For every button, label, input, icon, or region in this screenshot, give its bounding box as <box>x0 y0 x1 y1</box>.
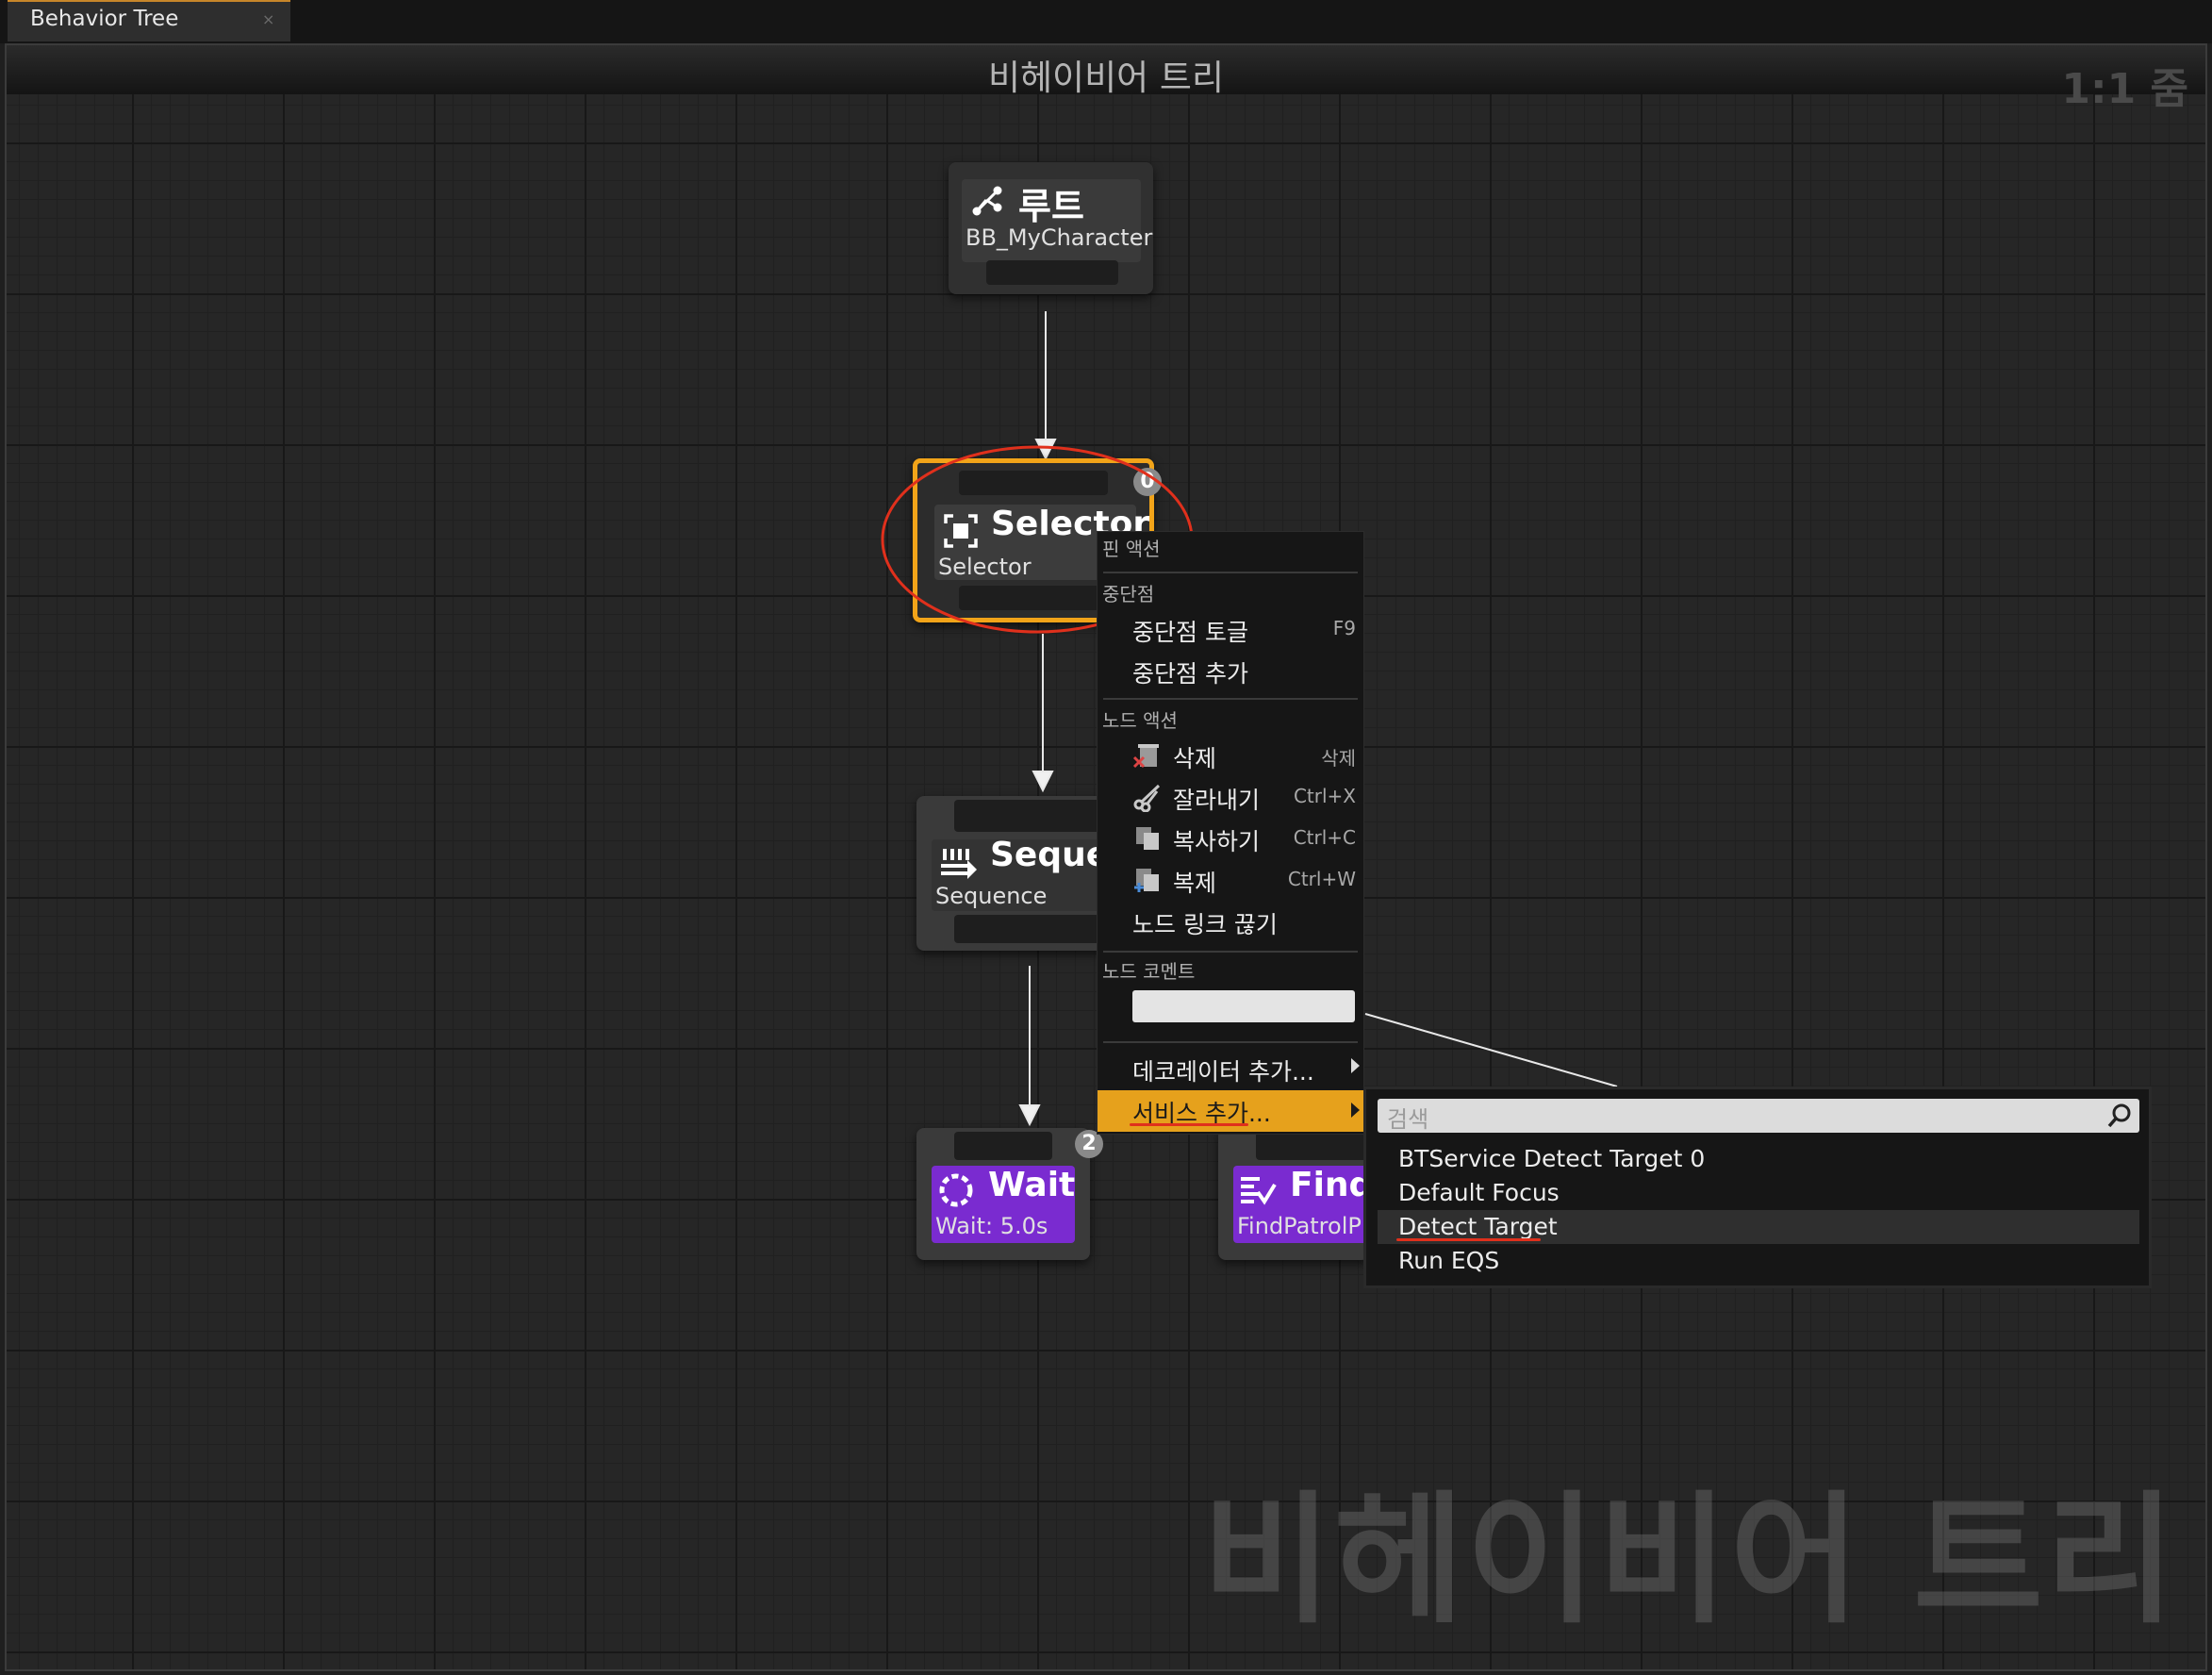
menu-item-copy[interactable]: 복사하기 Ctrl+C <box>1098 819 1363 856</box>
node-comment-input[interactable] <box>1132 990 1355 1022</box>
menu-separator <box>1103 572 1358 573</box>
menu-item-break-links[interactable]: 노드 링크 끊기 <box>1098 902 1363 939</box>
scissors-icon <box>1133 784 1161 812</box>
delete-icon <box>1132 744 1159 769</box>
zoom-label: 1:1 줌 <box>2061 65 2188 113</box>
tab-behavior-tree[interactable]: Behavior Tree × <box>8 0 290 41</box>
submenu-arrow-icon <box>1351 1058 1360 1073</box>
service-item[interactable]: Run EQS <box>1378 1244 2139 1278</box>
menu-item-label: 중단점 토글 <box>1132 619 1248 646</box>
graph-titlebar: 비헤이비어 트리 1:1 줌 <box>7 45 2205 113</box>
root-node-title: 루트 <box>1018 186 1084 227</box>
menu-separator <box>1103 1041 1358 1043</box>
find-node-subtitle: FindPatrolP <box>1237 1213 1362 1239</box>
sequence-icon <box>941 849 977 879</box>
context-menu: 핀 액션 중단점 중단점 토글 F9 중단점 추가 노드 액션 삭제 삭제 잘라… <box>1097 531 1364 1135</box>
menu-item-label: 복사하기 <box>1173 828 1261 855</box>
search-placeholder: 검색 <box>1387 1106 1429 1133</box>
menu-item-label: 데코레이터 추가... <box>1132 1058 1314 1086</box>
annotation-underline-detect-target <box>1396 1238 1541 1241</box>
selector-icon <box>944 514 978 548</box>
wait-node[interactable]: Wait Wait: 5.0s <box>916 1128 1090 1260</box>
service-item-label: Default Focus <box>1398 1179 1560 1206</box>
menu-item-label: 삭제 <box>1173 745 1217 772</box>
search-icon <box>2107 1103 2131 1128</box>
wait-node-subtitle: Wait: 5.0s <box>935 1213 1048 1239</box>
tab-close-icon[interactable]: × <box>262 10 274 28</box>
wait-input-pin[interactable] <box>954 1132 1052 1160</box>
find-node-title: Find <box>1290 1166 1374 1204</box>
find-task-icon <box>1241 1177 1277 1205</box>
menu-separator <box>1103 698 1358 700</box>
menu-item-label: 중단점 추가 <box>1132 660 1248 688</box>
sequence-node[interactable]: Sequer Sequence <box>916 796 1126 951</box>
menu-separator <box>1103 951 1358 953</box>
sequence-node-subtitle: Sequence <box>935 883 1048 909</box>
service-item[interactable]: Default Focus <box>1378 1176 2139 1210</box>
menu-item-shortcut: Ctrl+X <box>1293 785 1356 807</box>
find-node[interactable]: Find FindPatrolP <box>1218 1128 1373 1260</box>
menu-item-add-decorator[interactable]: 데코레이터 추가... <box>1098 1049 1363 1086</box>
service-item-label: Detect Target <box>1398 1213 1558 1240</box>
selector-output-pin[interactable] <box>959 586 1108 610</box>
node-comment-section-header: 노드 코멘트 <box>1102 960 1196 983</box>
root-node-subtitle: BB_MyCharacter <box>966 224 1153 251</box>
selector-input-pin[interactable] <box>959 471 1108 495</box>
menu-item-shortcut: 삭제 <box>1321 747 1356 770</box>
menu-item-shortcut: F9 <box>1332 617 1356 639</box>
menu-item-toggle-breakpoint[interactable]: 중단점 토글 F9 <box>1098 609 1363 647</box>
wait-node-title: Wait <box>988 1166 1076 1204</box>
graph-title: 비헤이비어 트리 <box>987 58 1225 98</box>
menu-item-shortcut: Ctrl+C <box>1293 826 1356 849</box>
sequence-output-pin[interactable] <box>954 915 1105 943</box>
tab-label: Behavior Tree <box>30 7 179 31</box>
copy-icon <box>1136 827 1159 850</box>
service-item[interactable]: BTService Detect Target 0 <box>1378 1142 2139 1176</box>
service-submenu: 검색 BTService Detect Target 0 Default Foc… <box>1363 1086 2152 1288</box>
menu-item-duplicate[interactable]: 복제 Ctrl+W <box>1098 860 1363 898</box>
breakpoint-section-header: 중단점 <box>1102 583 1155 605</box>
service-search-input[interactable]: 검색 <box>1378 1099 2139 1133</box>
service-item-label: BTService Detect Target 0 <box>1398 1145 1706 1172</box>
submenu-arrow-icon <box>1351 1103 1360 1118</box>
annotation-underline-add-service <box>1130 1123 1248 1126</box>
node-actions-section-header: 노드 액션 <box>1102 709 1178 732</box>
menu-item-label: 노드 링크 끊기 <box>1132 911 1278 938</box>
graph-watermark: 비헤이비어 트리 <box>1201 1479 2177 1643</box>
menu-item-label: 잘라내기 <box>1173 787 1261 814</box>
menu-item-cut[interactable]: 잘라내기 Ctrl+X <box>1098 777 1363 815</box>
menu-item-add-breakpoint[interactable]: 중단점 추가 <box>1098 651 1363 688</box>
selector-node-subtitle: Selector <box>938 554 1032 580</box>
root-node[interactable]: 루트 BB_MyCharacter <box>949 162 1153 294</box>
tab-bar: Behavior Tree × <box>0 0 2212 43</box>
find-input-pin[interactable] <box>1256 1132 1369 1160</box>
menu-item-shortcut: Ctrl+W <box>1287 868 1356 890</box>
duplicate-icon <box>1134 869 1159 892</box>
service-item-label: Run EQS <box>1398 1247 1500 1274</box>
selector-order-badge: 0 <box>1133 468 1162 496</box>
menu-item-label: 복제 <box>1173 870 1217 897</box>
sequence-input-pin[interactable] <box>954 800 1105 832</box>
menu-item-delete[interactable]: 삭제 삭제 <box>1098 736 1363 773</box>
wait-clock-icon <box>939 1173 973 1207</box>
root-branch-icon <box>972 186 1002 216</box>
pin-actions-header: 핀 액션 <box>1102 538 1161 560</box>
root-output-pin[interactable] <box>986 260 1118 285</box>
